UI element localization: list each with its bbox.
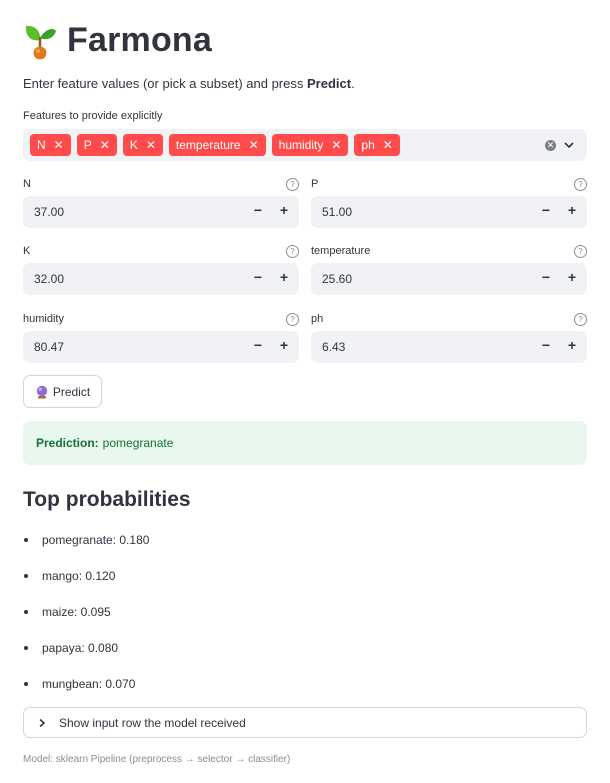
n-number-input[interactable]: 37.00 − + <box>23 196 299 228</box>
decrement-button[interactable]: − <box>251 202 265 222</box>
tag-remove-icon[interactable]: ✕ <box>383 138 393 152</box>
intro-text-before: Enter feature values (or pick a subset) … <box>23 76 307 91</box>
bullet-icon <box>24 646 28 650</box>
bullet-icon <box>24 538 28 542</box>
field-label: temperature <box>311 245 371 257</box>
seedling-icon <box>25 25 56 60</box>
tag-p: P ✕ <box>76 134 117 156</box>
prediction-value: pomegranate <box>102 436 174 450</box>
expander-label: Show input row the model received <box>59 715 246 730</box>
increment-button[interactable]: + <box>565 337 579 357</box>
temperature-number-input[interactable]: 25.60 − + <box>311 263 587 295</box>
list-item-text: pomegranate: 0.180 <box>42 533 150 547</box>
tag-humidity: humidity ✕ <box>271 134 349 156</box>
list-item-text: papaya: 0.080 <box>42 641 119 655</box>
k-number-input[interactable]: 32.00 − + <box>23 263 299 295</box>
input-value[interactable]: 6.43 <box>322 340 345 354</box>
intro-text-bold: Predict <box>306 76 352 91</box>
bullet-icon <box>24 610 28 614</box>
crystal-ball-icon <box>36 385 48 398</box>
decrement-button[interactable]: − <box>539 202 553 222</box>
tag-label: K <box>129 138 138 152</box>
tag-remove-icon[interactable]: ✕ <box>249 138 259 152</box>
field-label: humidity <box>23 313 64 325</box>
decrement-button[interactable]: − <box>251 269 265 289</box>
increment-button[interactable]: + <box>565 202 579 222</box>
tag-label: N <box>37 138 46 152</box>
tag-remove-icon[interactable]: ✕ <box>54 138 64 152</box>
field-label: K <box>23 245 31 257</box>
input-value[interactable]: 25.60 <box>322 272 352 286</box>
feature-select-label: Features to provide explicitly <box>23 110 163 122</box>
increment-button[interactable]: + <box>277 269 291 289</box>
tag-k: K ✕ <box>122 134 163 156</box>
help-icon[interactable]: ? <box>286 313 299 326</box>
list-item-text: mango: 0.120 <box>42 569 116 583</box>
intro-text: Enter feature values (or pick a subset) … <box>23 76 355 91</box>
tag-remove-icon[interactable]: ✕ <box>100 138 110 152</box>
help-icon[interactable]: ? <box>574 245 587 258</box>
ph-number-input[interactable]: 6.43 − + <box>311 331 587 363</box>
page-title: Farmona <box>67 20 212 59</box>
decrement-button[interactable]: − <box>539 269 553 289</box>
prediction-alert: Prediction: pomegranate <box>23 421 587 465</box>
help-icon[interactable]: ? <box>574 178 587 191</box>
increment-button[interactable]: + <box>565 269 579 289</box>
help-icon[interactable]: ? <box>286 245 299 258</box>
model-caption: Model: sklearn Pipeline (preprocess → se… <box>23 754 291 765</box>
chevron-down-icon[interactable] <box>563 139 575 151</box>
input-value[interactable]: 37.00 <box>34 205 64 219</box>
tag-label: temperature <box>175 138 241 152</box>
probabilities-heading: Top probabilities <box>23 488 191 511</box>
tag-label: humidity <box>278 138 324 152</box>
input-value[interactable]: 51.00 <box>322 205 352 219</box>
input-value[interactable]: 32.00 <box>34 272 64 286</box>
predict-button[interactable]: Predict <box>23 375 102 408</box>
clear-all-icon[interactable]: ✕ <box>545 140 556 151</box>
input-value[interactable]: 80.47 <box>34 340 64 354</box>
field-label: P <box>311 178 319 190</box>
feature-multiselect[interactable]: N ✕ P ✕ K ✕ temperature ✕ humidity ✕ ph ✕ ✕ <box>23 129 587 161</box>
chevron-right-icon <box>39 718 46 727</box>
tag-label: ph <box>361 138 375 152</box>
increment-button[interactable]: + <box>277 202 291 222</box>
tag-n: N ✕ <box>30 134 71 156</box>
list-item-text: mungbean: 0.070 <box>42 677 136 691</box>
p-number-input[interactable]: 51.00 − + <box>311 196 587 228</box>
tag-remove-icon[interactable]: ✕ <box>331 138 341 152</box>
predict-button-label: Predict <box>52 384 91 399</box>
help-icon[interactable]: ? <box>574 313 587 326</box>
title-row: Farmona <box>23 18 212 62</box>
humidity-number-input[interactable]: 80.47 − + <box>23 331 299 363</box>
intro-text-after: . <box>351 76 355 91</box>
decrement-button[interactable]: − <box>539 337 553 357</box>
tag-remove-icon[interactable]: ✕ <box>146 138 156 152</box>
field-label: N <box>23 178 31 190</box>
help-icon[interactable]: ? <box>286 178 299 191</box>
tag-temperature: temperature ✕ <box>168 134 266 156</box>
decrement-button[interactable]: − <box>251 337 265 357</box>
field-label: ph <box>311 313 324 325</box>
bullet-icon <box>24 682 28 686</box>
increment-button[interactable]: + <box>277 337 291 357</box>
tag-ph: ph ✕ <box>354 134 400 156</box>
list-item-text: maize: 0.095 <box>42 605 111 619</box>
bullet-icon <box>24 574 28 578</box>
tag-label: P <box>83 138 92 152</box>
prediction-label: Prediction: <box>36 436 99 450</box>
input-row-expander[interactable]: Show input row the model received <box>23 707 587 738</box>
